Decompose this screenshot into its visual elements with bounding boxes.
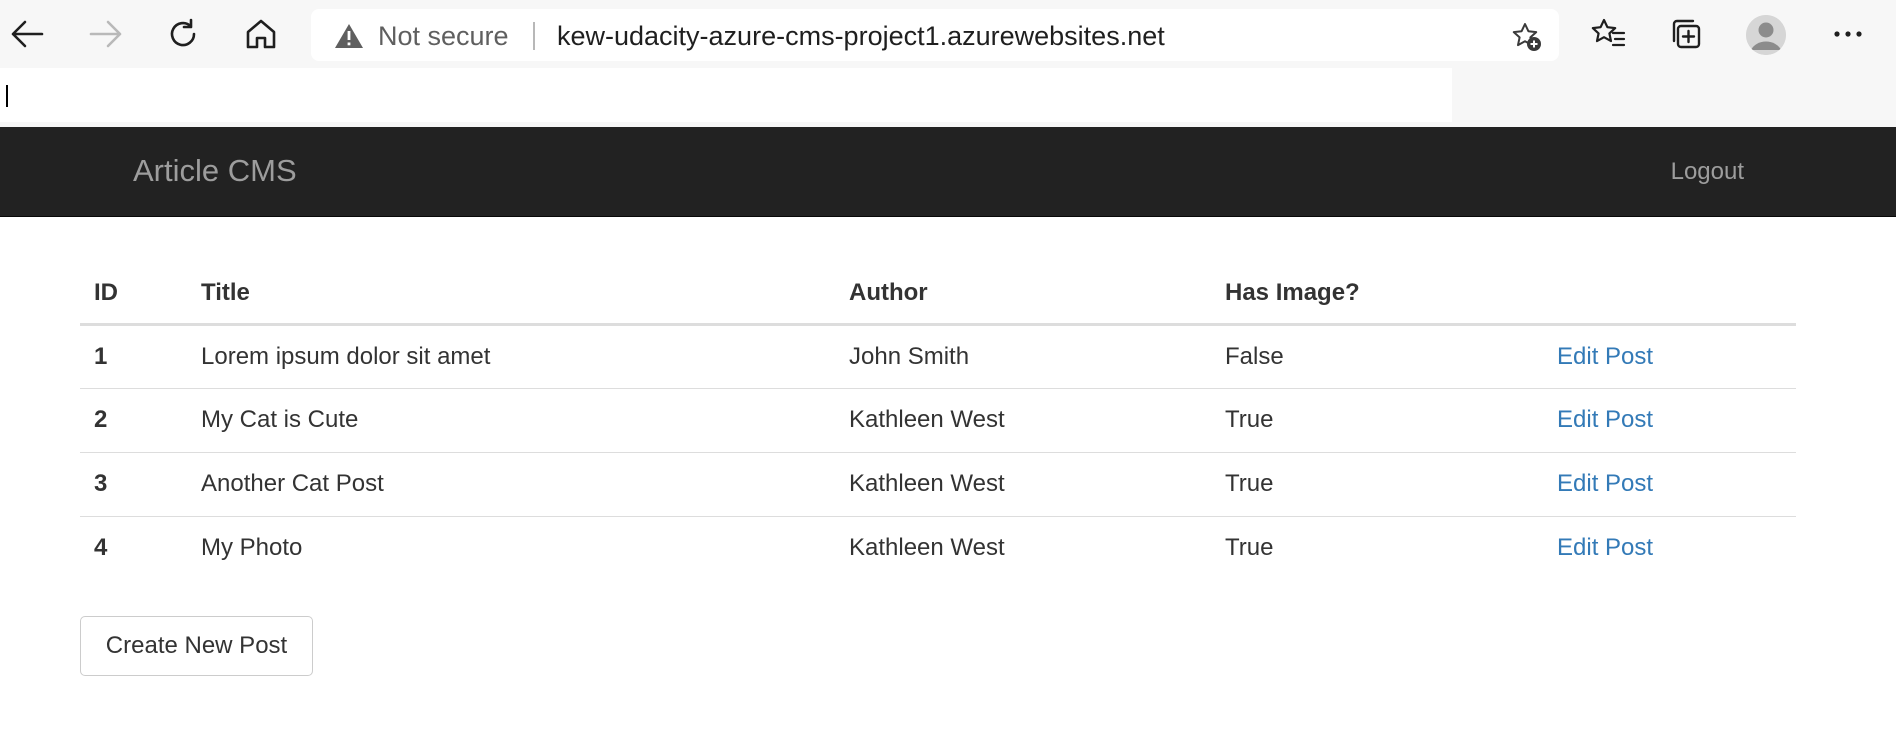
row-id: 1	[80, 324, 187, 389]
table-row: 2 My Cat is Cute Kathleen West True Edit…	[80, 388, 1796, 453]
text-caret	[6, 85, 8, 107]
row-author: John Smith	[835, 324, 1211, 389]
row-action-cell: Edit Post	[1543, 388, 1796, 453]
posts-table: ID Title Author Has Image? 1 Lorem ipsum…	[80, 263, 1796, 580]
table-row: 1 Lorem ipsum dolor sit amet John Smith …	[80, 324, 1796, 389]
security-label[interactable]: Not secure	[378, 23, 509, 50]
header-author: Author	[835, 263, 1211, 326]
row-action-cell: Edit Post	[1543, 516, 1796, 580]
row-title: Lorem ipsum dolor sit amet	[187, 324, 835, 389]
brand-link[interactable]: Article CMS	[133, 153, 297, 189]
edit-post-link[interactable]: Edit Post	[1557, 534, 1653, 561]
collections-button[interactable]	[1666, 14, 1706, 54]
row-author: Kathleen West	[835, 388, 1211, 453]
add-favorite-star-icon[interactable]	[1511, 21, 1543, 53]
row-action-cell: Edit Post	[1543, 324, 1796, 389]
row-action-cell: Edit Post	[1543, 452, 1796, 517]
logout-link[interactable]: Logout	[1671, 157, 1744, 187]
row-title: My Photo	[201, 534, 303, 562]
edit-post-link[interactable]: Edit Post	[1557, 343, 1653, 370]
forward-arrow-icon	[89, 20, 122, 48]
row-title: My Cat is Cute	[187, 388, 835, 453]
favorites-icon	[1591, 18, 1626, 47]
row-has-image: False	[1211, 324, 1543, 389]
row-has-image: True	[1225, 534, 1274, 562]
row-has-image: True	[1211, 452, 1543, 517]
row-has-image: True	[1211, 388, 1543, 453]
more-menu-icon	[1834, 31, 1862, 37]
back-button[interactable]	[7, 14, 47, 54]
row-author: Kathleen West	[835, 452, 1211, 517]
find-strip	[0, 68, 1896, 127]
row-id: 3	[80, 452, 187, 517]
forward-button[interactable]	[86, 14, 126, 54]
row-id: 4	[94, 534, 108, 562]
edit-post-link[interactable]: Edit Post	[1557, 470, 1653, 497]
home-icon	[246, 19, 276, 49]
refresh-icon	[170, 18, 196, 47]
browser-toolbar: Not secure kew-udacity-azure-cms-project…	[0, 0, 1896, 68]
edit-post-link[interactable]: Edit Post	[1557, 406, 1653, 433]
more-menu-button[interactable]	[1828, 14, 1868, 54]
home-button[interactable]	[241, 14, 281, 54]
app-navbar: Article CMS Logout	[0, 127, 1896, 217]
header-action	[1543, 263, 1796, 326]
favorites-button[interactable]	[1588, 14, 1628, 54]
refresh-button[interactable]	[163, 14, 203, 54]
table-row: 4 My Photo Kathleen West True Edit Post	[80, 516, 1796, 580]
table-header-row: ID Title Author Has Image?	[80, 263, 1796, 326]
warning-triangle-icon[interactable]	[334, 23, 364, 49]
row-id: 2	[80, 388, 187, 453]
url-text[interactable]: kew-udacity-azure-cms-project1.azurewebs…	[557, 22, 1165, 50]
profile-avatar-icon[interactable]	[1746, 15, 1786, 55]
back-arrow-icon	[11, 20, 44, 48]
row-author: Kathleen West	[849, 534, 1005, 562]
header-id: ID	[80, 263, 187, 326]
create-new-post-button[interactable]: Create New Post	[80, 616, 313, 676]
page-text-input[interactable]	[0, 68, 1452, 122]
collections-icon	[1672, 19, 1701, 49]
address-bar[interactable]: Not secure kew-udacity-azure-cms-project…	[311, 9, 1559, 61]
address-separator	[533, 22, 535, 50]
header-has-image: Has Image?	[1211, 263, 1543, 326]
table-row: 3 Another Cat Post Kathleen West True Ed…	[80, 452, 1796, 517]
header-title: Title	[187, 263, 835, 326]
row-title: Another Cat Post	[187, 452, 835, 517]
